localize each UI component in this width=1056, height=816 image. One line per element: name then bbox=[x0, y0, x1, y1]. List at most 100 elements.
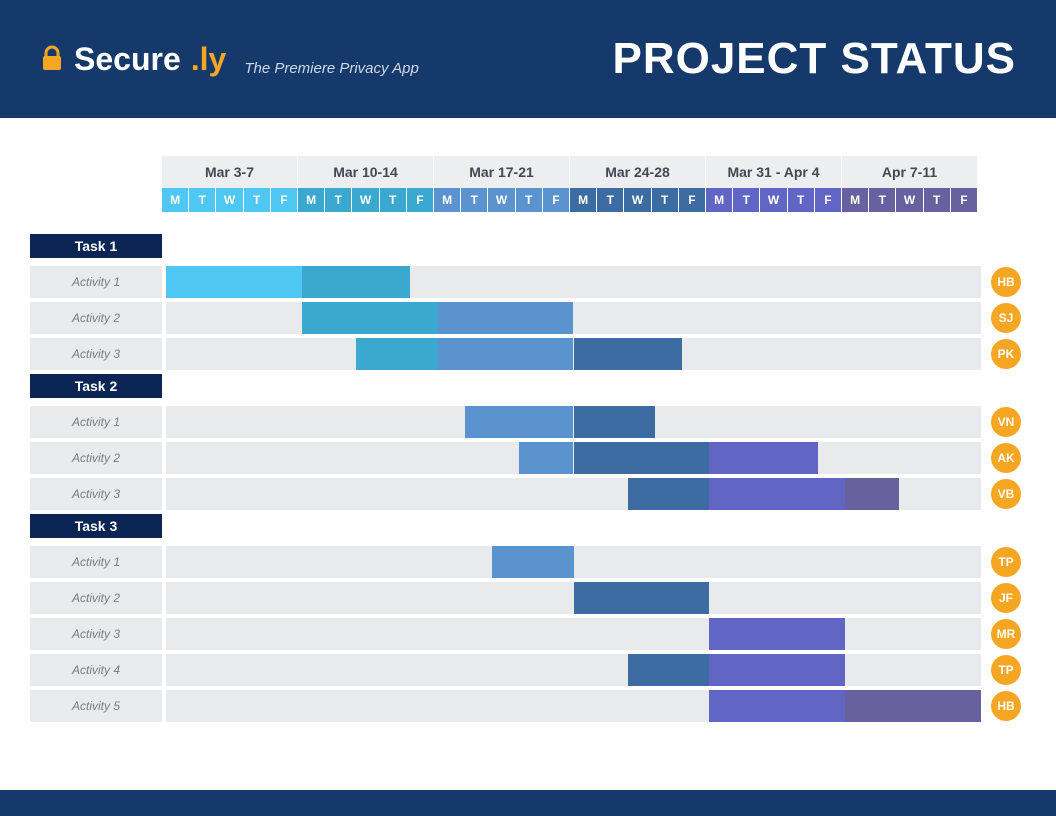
activity-row: Activity 2 JF bbox=[30, 582, 1021, 614]
day-cell: W bbox=[896, 188, 922, 212]
day-cell: T bbox=[597, 188, 623, 212]
bar-segment bbox=[166, 266, 302, 298]
bar-track bbox=[166, 654, 981, 686]
week-column: Mar 24-28MTWTF bbox=[570, 156, 705, 212]
day-cell: F bbox=[543, 188, 569, 212]
day-cell: M bbox=[706, 188, 732, 212]
day-cell: F bbox=[407, 188, 433, 212]
task-header-row: Task 2 bbox=[30, 374, 1021, 406]
bar-segment bbox=[574, 442, 710, 474]
bar-track bbox=[166, 338, 981, 370]
week-column: Apr 7-11MTWTF bbox=[842, 156, 977, 212]
bar-segment bbox=[492, 546, 574, 578]
bar-track bbox=[166, 442, 981, 474]
owner-avatar: SJ bbox=[991, 303, 1021, 333]
day-cell: W bbox=[216, 188, 242, 212]
bar-segment bbox=[845, 478, 899, 510]
owner-avatar: JF bbox=[991, 583, 1021, 613]
bar-segment bbox=[519, 442, 573, 474]
footer-bar bbox=[0, 790, 1056, 816]
day-cell: T bbox=[380, 188, 406, 212]
owner-avatar: TP bbox=[991, 547, 1021, 577]
brand-suffix: .ly bbox=[191, 41, 227, 78]
days-row: MTWTF bbox=[162, 188, 297, 212]
activity-row: Activity 2AK bbox=[30, 442, 1021, 474]
activity-row: Activity 3 VB bbox=[30, 478, 1021, 510]
day-cell: T bbox=[924, 188, 950, 212]
days-row: MTWTF bbox=[706, 188, 841, 212]
week-label: Mar 10-14 bbox=[298, 156, 433, 188]
bar-track bbox=[166, 690, 981, 722]
activity-label: Activity 2 bbox=[30, 302, 162, 334]
day-cell: M bbox=[162, 188, 188, 212]
bar-segment bbox=[628, 654, 710, 686]
bar-segment bbox=[709, 478, 845, 510]
bar-track bbox=[166, 582, 981, 614]
week-label: Mar 3-7 bbox=[162, 156, 297, 188]
header: Secure .ly The Premiere Privacy App PROJE… bbox=[0, 0, 1056, 118]
activity-label: Activity 2 bbox=[30, 582, 162, 614]
activity-label: Activity 5 bbox=[30, 690, 162, 722]
week-column: Mar 10-14MTWTF bbox=[298, 156, 433, 212]
activity-label: Activity 1 bbox=[30, 406, 162, 438]
bar-track bbox=[166, 406, 981, 438]
days-row: MTWTF bbox=[434, 188, 569, 212]
days-row: MTWTF bbox=[842, 188, 977, 212]
day-cell: W bbox=[624, 188, 650, 212]
activity-label: Activity 4 bbox=[30, 654, 162, 686]
brand-logo: Secure .ly bbox=[40, 41, 226, 78]
bar-segment bbox=[709, 442, 818, 474]
bar-segment bbox=[845, 690, 981, 722]
day-cell: T bbox=[461, 188, 487, 212]
activity-row: Activity 3 MR bbox=[30, 618, 1021, 650]
brand-group: Secure .ly The Premiere Privacy App bbox=[40, 41, 419, 78]
day-cell: M bbox=[434, 188, 460, 212]
day-cell: M bbox=[842, 188, 868, 212]
activity-row: Activity 1TP bbox=[30, 546, 1021, 578]
week-column: Mar 17-21MTWTF bbox=[434, 156, 569, 212]
day-cell: F bbox=[271, 188, 297, 212]
bar-segment bbox=[574, 406, 656, 438]
brand-tagline: The Premiere Privacy App bbox=[244, 60, 419, 77]
day-cell: T bbox=[516, 188, 542, 212]
bar-segment bbox=[574, 338, 683, 370]
activity-label: Activity 3 bbox=[30, 618, 162, 650]
day-cell: M bbox=[570, 188, 596, 212]
day-cell: W bbox=[352, 188, 378, 212]
week-label: Mar 17-21 bbox=[434, 156, 569, 188]
activity-row: Activity 2 SJ bbox=[30, 302, 1021, 334]
content: Mar 3-7MTWTFMar 10-14MTWTFMar 17-21MTWTF… bbox=[0, 118, 1056, 722]
activity-label: Activity 3 bbox=[30, 338, 162, 370]
bar-track bbox=[166, 618, 981, 650]
bar-segment bbox=[574, 582, 710, 614]
week-column: Mar 3-7MTWTF bbox=[162, 156, 297, 212]
day-cell: T bbox=[189, 188, 215, 212]
owner-avatar: MR bbox=[991, 619, 1021, 649]
owner-avatar: TP bbox=[991, 655, 1021, 685]
day-cell: F bbox=[815, 188, 841, 212]
owner-avatar: VB bbox=[991, 479, 1021, 509]
day-cell: F bbox=[951, 188, 977, 212]
week-label: Mar 24-28 bbox=[570, 156, 705, 188]
day-cell: F bbox=[679, 188, 705, 212]
bar-track bbox=[166, 302, 981, 334]
activity-row: Activity 3 PK bbox=[30, 338, 1021, 370]
activity-row: Activity 1HB bbox=[30, 266, 1021, 298]
activity-label: Activity 3 bbox=[30, 478, 162, 510]
bar-segment bbox=[709, 654, 845, 686]
owner-avatar: HB bbox=[991, 267, 1021, 297]
bar-segment bbox=[302, 302, 438, 334]
bar-track bbox=[166, 546, 981, 578]
page-title: PROJECT STATUS bbox=[612, 34, 1016, 84]
bar-track bbox=[166, 478, 981, 510]
task-header-row: Task 3 bbox=[30, 514, 1021, 546]
owner-avatar: HB bbox=[991, 691, 1021, 721]
bar-segment bbox=[302, 266, 411, 298]
bar-segment bbox=[709, 690, 845, 722]
brand-name: Secure bbox=[74, 41, 181, 78]
bar-segment bbox=[628, 478, 710, 510]
bar-track bbox=[166, 266, 981, 298]
day-cell: T bbox=[325, 188, 351, 212]
days-row: MTWTF bbox=[298, 188, 433, 212]
owner-avatar: PK bbox=[991, 339, 1021, 369]
